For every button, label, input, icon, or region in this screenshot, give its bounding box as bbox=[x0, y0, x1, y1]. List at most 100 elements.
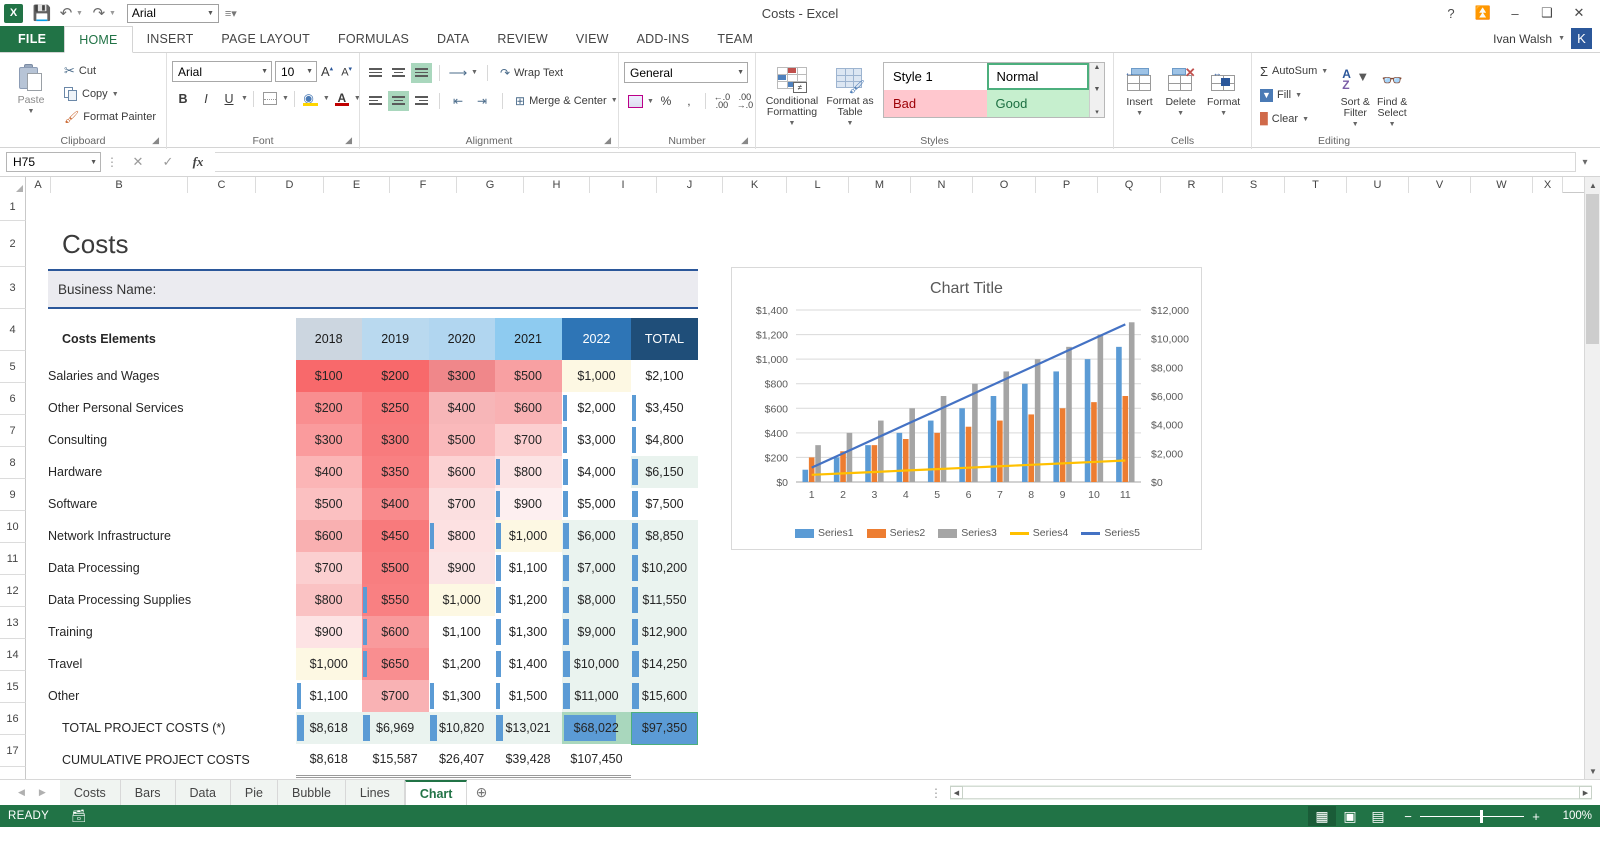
tab-view[interactable]: VIEW bbox=[562, 26, 623, 52]
cell-value[interactable]: $550 bbox=[361, 584, 429, 616]
tab-home[interactable]: HOME bbox=[64, 26, 133, 53]
scroll-down-icon[interactable]: ▼ bbox=[1094, 86, 1101, 93]
zoom-in-button[interactable]: + bbox=[1528, 809, 1544, 824]
align-bottom-button[interactable] bbox=[411, 62, 432, 83]
select-all-button[interactable] bbox=[0, 177, 26, 193]
expand-formula-bar-icon[interactable]: ▾ bbox=[1576, 157, 1594, 168]
row-total[interactable]: $14,250 bbox=[631, 648, 698, 680]
col-header-C[interactable]: C bbox=[188, 177, 256, 193]
total-row-value[interactable]: $8,618 bbox=[295, 712, 362, 744]
customize-quick-access-icon[interactable]: ≡▾ bbox=[225, 7, 237, 20]
col-header-K[interactable]: K bbox=[723, 177, 787, 193]
row-header-18[interactable] bbox=[0, 767, 26, 779]
accounting-dropdown-icon[interactable]: ▼ bbox=[647, 98, 654, 105]
cumulative-value[interactable]: $107,450 bbox=[561, 744, 632, 778]
cell-value[interactable]: $1,300 bbox=[428, 680, 495, 712]
cell-value[interactable]: $900 bbox=[494, 488, 562, 520]
cell-value[interactable]: $1,200 bbox=[428, 648, 495, 680]
scroll-up-icon[interactable]: ▲ bbox=[1585, 177, 1600, 193]
wrap-text-button[interactable]: ↷ Wrap Text bbox=[497, 63, 566, 83]
col-header-W[interactable]: W bbox=[1471, 177, 1533, 193]
table-row[interactable]: Consulting $300 $300 $500 $700 $3,000 $4,800 bbox=[48, 424, 698, 456]
row-total[interactable]: $11,550 bbox=[631, 584, 698, 616]
sheet-tab-pie[interactable]: Pie bbox=[230, 779, 278, 806]
font-name-input[interactable]: Arial ▼ bbox=[172, 61, 272, 82]
style-cell-style1[interactable]: Style 1 bbox=[884, 63, 987, 90]
grand-total[interactable]: $97,350 bbox=[630, 711, 699, 745]
col-header-U[interactable]: U bbox=[1347, 177, 1409, 193]
chevron-down-icon[interactable]: ▼ bbox=[1321, 68, 1328, 75]
insert-function-icon[interactable]: fx bbox=[183, 152, 213, 172]
cell-value[interactable]: $900 bbox=[295, 616, 362, 648]
font-color-button[interactable]: A bbox=[331, 88, 353, 109]
align-center-button[interactable] bbox=[388, 90, 409, 111]
underline-button[interactable]: U bbox=[218, 88, 240, 109]
alignment-dialog-launcher-icon[interactable]: ◢ bbox=[604, 133, 611, 148]
col-header-N[interactable]: N bbox=[911, 177, 973, 193]
chevron-down-icon[interactable]: ▼ bbox=[737, 69, 744, 76]
borders-dropdown-icon[interactable]: ▼ bbox=[282, 95, 289, 102]
cell-value[interactable]: $900 bbox=[428, 552, 495, 584]
chevron-down-icon[interactable]: ▼ bbox=[261, 68, 268, 75]
orientation-button[interactable]: ⟶ bbox=[447, 62, 469, 83]
decrease-decimal-button[interactable]: .00 →.0 bbox=[734, 91, 756, 111]
sheet-tab-bars[interactable]: Bars bbox=[120, 779, 176, 806]
cell-value[interactable]: $1,100 bbox=[295, 680, 362, 712]
quick-font-box[interactable]: Arial ▼ bbox=[126, 3, 219, 23]
tab-data[interactable]: DATA bbox=[423, 26, 483, 52]
chevron-down-icon[interactable]: ▼ bbox=[112, 91, 119, 98]
col-header-M[interactable]: M bbox=[849, 177, 911, 193]
total-project-costs-row[interactable]: TOTAL PROJECT COSTS (*) $8,618 $6,969 $10,8… bbox=[48, 711, 699, 745]
cell-value[interactable]: $450 bbox=[361, 520, 429, 552]
tab-formulas[interactable]: FORMULAS bbox=[324, 26, 423, 52]
name-box[interactable]: H75 ▼ bbox=[6, 152, 101, 172]
cell-value[interactable]: $1,000 bbox=[494, 520, 562, 552]
cumulative-value[interactable]: $8,618 bbox=[295, 744, 362, 778]
cell-value[interactable]: $7,000 bbox=[561, 552, 632, 584]
cumulative-value[interactable]: $15,587 bbox=[361, 744, 429, 778]
row-total[interactable]: $6,150 bbox=[631, 456, 698, 488]
row-total[interactable]: $8,850 bbox=[631, 520, 698, 552]
number-format-select[interactable]: General ▼ bbox=[624, 62, 748, 83]
avatar[interactable]: K bbox=[1571, 28, 1592, 49]
cell-value[interactable]: $1,100 bbox=[494, 552, 562, 584]
chevron-down-icon[interactable]: ▼ bbox=[306, 68, 313, 75]
table-row[interactable]: Network Infrastructure $600 $450 $800 $1,000… bbox=[48, 520, 698, 552]
clipboard-dialog-launcher-icon[interactable]: ◢ bbox=[152, 133, 159, 148]
col-header-J[interactable]: J bbox=[657, 177, 723, 193]
align-left-button[interactable] bbox=[365, 91, 386, 111]
zoom-slider[interactable]: − + bbox=[1400, 809, 1544, 824]
help-icon[interactable]: ? bbox=[1436, 2, 1466, 24]
cell-value[interactable]: $1,500 bbox=[494, 680, 562, 712]
chevron-down-icon[interactable]: ▼ bbox=[1352, 119, 1359, 131]
cell-value[interactable]: $500 bbox=[295, 488, 362, 520]
row-header-4[interactable]: 4 bbox=[0, 309, 26, 351]
table-row[interactable]: Hardware $400 $350 $600 $800 $4,000 $6,150 bbox=[48, 456, 698, 488]
cell-value[interactable]: $6,000 bbox=[561, 520, 632, 552]
table-row[interactable]: Salaries and Wages $100 $200 $300 $500 $1,000… bbox=[48, 360, 698, 392]
tab-split-handle[interactable]: ⋮ bbox=[930, 786, 942, 800]
total-row-value[interactable]: $10,820 bbox=[428, 712, 495, 744]
total-row-value[interactable]: $68,022 bbox=[561, 712, 632, 744]
cell-value[interactable]: $3,000 bbox=[561, 424, 632, 456]
zoom-track[interactable] bbox=[1420, 809, 1524, 823]
scroll-up-icon[interactable]: ▲ bbox=[1094, 64, 1101, 71]
row-header-9[interactable]: 9 bbox=[0, 479, 26, 511]
cancel-icon[interactable]: ✕ bbox=[123, 152, 153, 172]
tab-file[interactable]: FILE bbox=[0, 26, 65, 52]
minimize-icon[interactable]: – bbox=[1500, 2, 1530, 24]
zoom-out-button[interactable]: − bbox=[1400, 809, 1416, 824]
col-header-G[interactable]: G bbox=[457, 177, 524, 193]
cell-value[interactable]: $700 bbox=[494, 424, 562, 456]
col-header-Q[interactable]: Q bbox=[1098, 177, 1161, 193]
col-header-S[interactable]: S bbox=[1223, 177, 1285, 193]
cell-value[interactable]: $250 bbox=[361, 392, 429, 424]
styles-gallery-scroll[interactable]: ▲ ▼ ▾ bbox=[1089, 63, 1104, 117]
fill-color-button[interactable]: ◉ bbox=[300, 88, 322, 109]
chevron-down-icon[interactable]: ▼ bbox=[1389, 119, 1396, 131]
cell-value[interactable]: $600 bbox=[428, 456, 495, 488]
table-row[interactable]: Data Processing $700 $500 $900 $1,100 $7,000 $… bbox=[48, 552, 698, 584]
tab-add-ins[interactable]: ADD-INS bbox=[623, 26, 704, 52]
col-header-F[interactable]: F bbox=[390, 177, 457, 193]
scroll-right-icon[interactable]: ▶ bbox=[1579, 786, 1592, 799]
